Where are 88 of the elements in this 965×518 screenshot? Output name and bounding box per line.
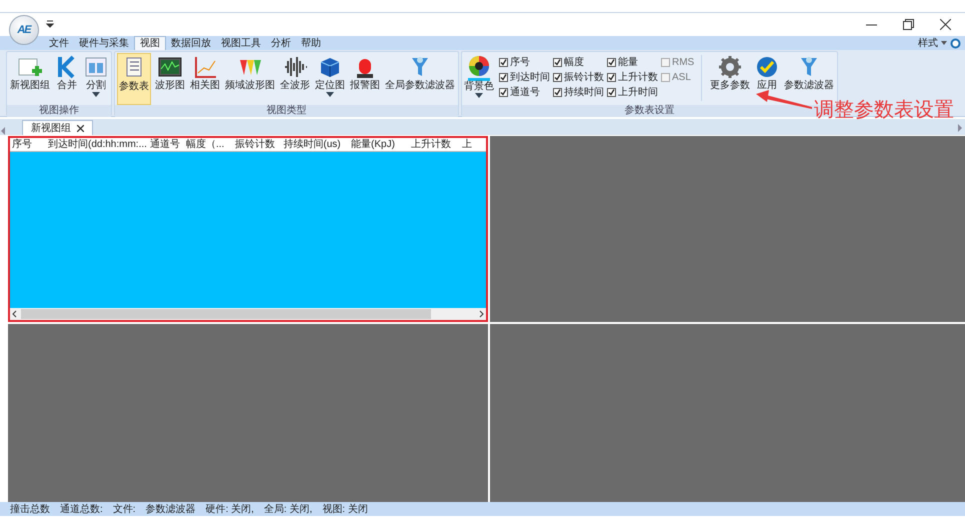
column-header[interactable]: 到达时间(dd:hh:mm:... (46, 138, 148, 151)
checkbox-label: 到达时间 (510, 70, 550, 84)
color-wheel-icon (467, 55, 491, 81)
status-text: 撞击总数 (10, 504, 50, 516)
checkbox-label: 能量 (618, 56, 638, 70)
status-text: 视图: 关闭 (322, 504, 368, 516)
check-icon (608, 74, 615, 80)
group-title: 视图操作 (7, 105, 111, 117)
column-header[interactable]: 幅度（... (184, 138, 230, 151)
check-icon (500, 88, 507, 96)
scrollbar-thumb[interactable] (21, 309, 431, 319)
menu-tab[interactable]: 硬件与采集 (74, 36, 134, 50)
dropdown-icon[interactable] (46, 20, 54, 28)
column-header[interactable]: 通道号 (148, 138, 184, 151)
ribbon-button[interactable]: 相关图 (189, 53, 221, 105)
checkbox[interactable] (553, 72, 562, 82)
status-text: 通道总数: (60, 504, 103, 516)
checkbox-label: 序号 (510, 56, 530, 70)
ribbon-button[interactable]: 分割 (83, 53, 109, 105)
check-icon (554, 88, 561, 96)
menu-tab[interactable]: 分析 (266, 36, 296, 50)
status-text: 参数滤波器 (146, 504, 196, 516)
status-text: 硬件: 关闭, (206, 504, 254, 516)
checkbox[interactable] (499, 58, 508, 66)
column-header[interactable]: 序号 (10, 138, 46, 151)
menu-tab[interactable]: 数据回放 (166, 36, 216, 50)
color-button[interactable]: 背景色 (464, 53, 494, 105)
help-icon[interactable] (950, 38, 961, 48)
check-icon (500, 58, 507, 66)
checkbox-label: 持续时间 (564, 86, 604, 100)
column-header[interactable]: 上 (460, 138, 474, 151)
column-header[interactable]: 能量(KpJ) (344, 138, 402, 151)
checkbox-label: 上升时间 (618, 86, 658, 100)
tool-icon (158, 55, 182, 79)
checkbox-label: RMS (672, 56, 694, 70)
close-icon[interactable] (940, 19, 951, 30)
checkbox[interactable] (553, 88, 562, 96)
ribbon-button[interactable]: 波形图 (154, 53, 186, 105)
checkbox[interactable] (499, 88, 508, 96)
checkbox[interactable] (661, 72, 670, 82)
restore-icon[interactable] (903, 19, 914, 30)
group-title: 视图类型 (115, 105, 458, 117)
checkbox-label: 通道号 (510, 86, 540, 100)
checkbox[interactable] (607, 88, 616, 96)
ribbon-button[interactable]: 合并 (54, 53, 80, 105)
ribbon-button[interactable]: 更多参数 (709, 53, 752, 105)
tool-icon (283, 55, 307, 79)
checkbox-label: 上升计数 (618, 70, 658, 84)
check-icon (608, 88, 615, 96)
ribbon-button[interactable]: 全局参数滤波器 (384, 53, 456, 105)
checkbox-label: ASL (672, 70, 691, 84)
app-logo[interactable]: AE (9, 15, 39, 45)
column-header[interactable]: 振铃计数 (230, 138, 280, 151)
checkbox[interactable] (661, 58, 670, 66)
check-icon (608, 58, 615, 66)
ribbon-button[interactable]: 新视图组 (9, 53, 51, 105)
ribbon-button[interactable]: 全波形 (279, 53, 311, 105)
ribbon-button[interactable]: 报警图 (349, 53, 381, 105)
tool-icon (84, 55, 108, 79)
checkbox[interactable] (607, 72, 616, 82)
arrow-annotation (756, 90, 812, 110)
style-menu[interactable]: 样式 (918, 36, 938, 50)
checkbox[interactable] (553, 58, 562, 66)
ribbon-button[interactable]: 参数表 (117, 53, 151, 105)
menu-tab[interactable]: 文件 (44, 36, 74, 50)
check-icon (500, 74, 507, 80)
check-icon (554, 58, 561, 66)
checkbox-label: 振铃计数 (564, 70, 604, 84)
menu-tab[interactable]: 视图工具 (216, 36, 266, 50)
annotation-text: 调整参数表设置 (814, 99, 954, 121)
close-icon (77, 124, 84, 132)
status-text: 全局: 关闭, (264, 504, 312, 516)
tool-icon (193, 55, 217, 79)
document-tab[interactable]: 新视图组 (22, 120, 93, 135)
checkbox-label: 幅度 (564, 56, 584, 70)
status-text: 文件: (112, 504, 136, 516)
menu-tab[interactable]: 帮助 (296, 36, 326, 50)
ribbon-button[interactable]: 定位图 (314, 53, 346, 105)
column-header[interactable]: 持续时间(us) (280, 138, 344, 151)
tool-icon (718, 55, 742, 79)
column-header[interactable]: 上升计数 (402, 138, 460, 151)
tool-icon (318, 55, 342, 79)
tool-icon (755, 55, 780, 79)
ribbon-button[interactable]: 频域波形图 (224, 53, 276, 105)
checkbox[interactable] (607, 58, 616, 66)
check-icon (554, 74, 561, 80)
checkbox[interactable] (499, 72, 508, 82)
menu-tab[interactable]: 视图 (134, 36, 166, 50)
